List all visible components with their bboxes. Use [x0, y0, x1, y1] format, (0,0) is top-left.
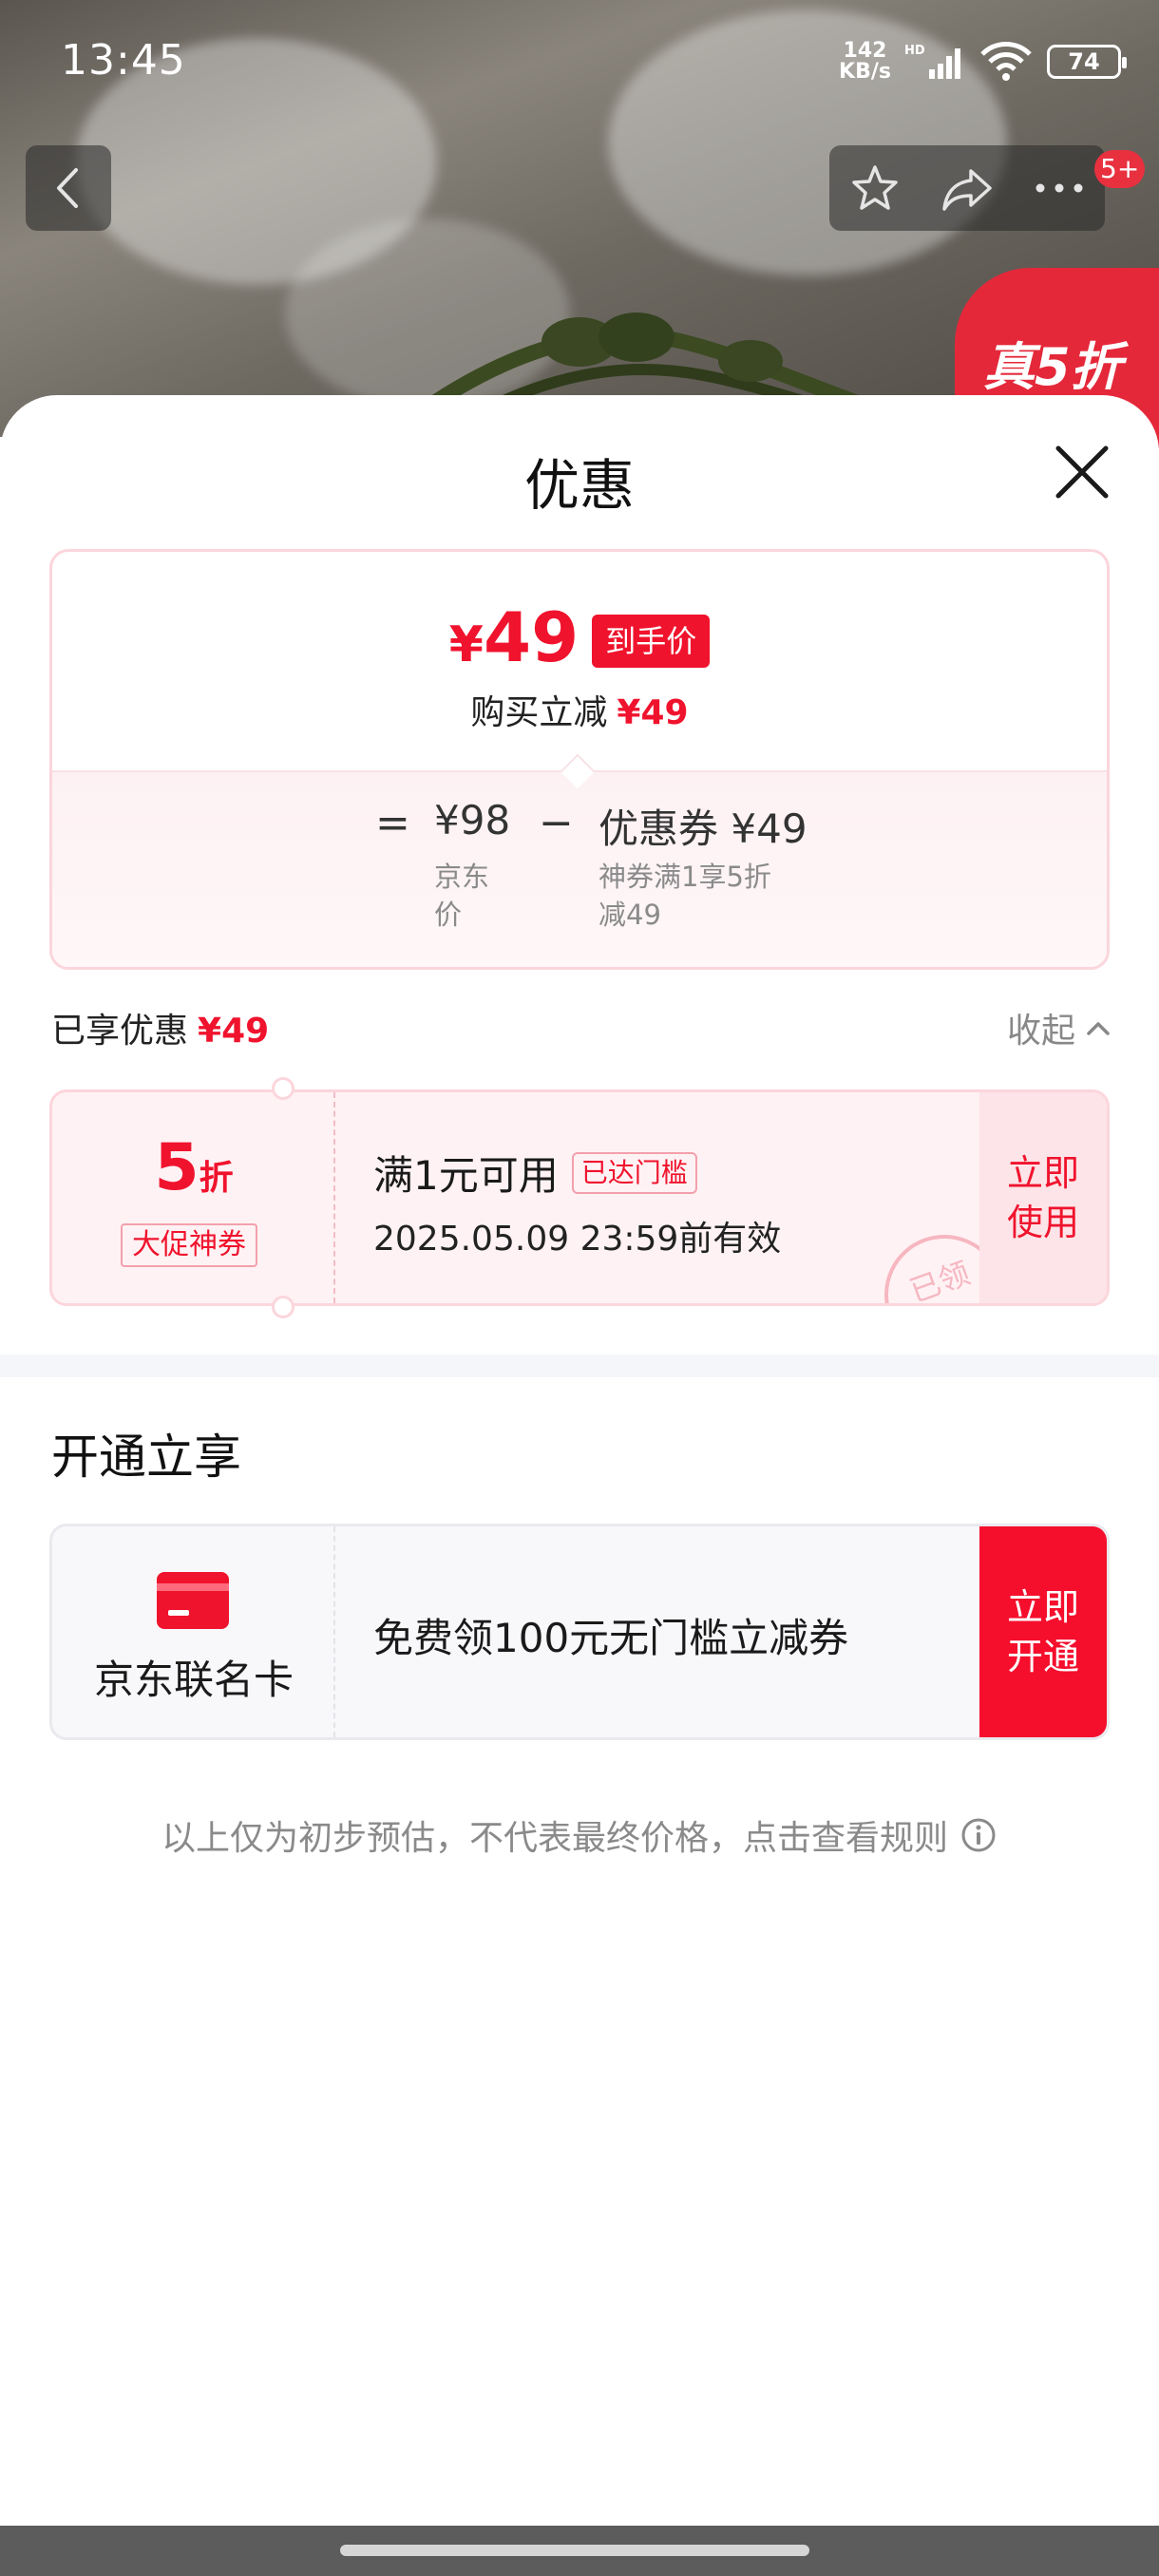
- enjoyed-discount-value: ¥49: [198, 1012, 270, 1051]
- coupon-punch-top: [272, 1077, 294, 1100]
- clock: 13:45: [61, 36, 186, 85]
- final-price-value: 49: [483, 597, 580, 677]
- coupon-discount: 5折: [52, 1130, 335, 1205]
- disclaimer-text: 以上仅为初步预估，不代表最终价格，点击查看规则: [161, 1819, 948, 1858]
- use-now-button[interactable]: 立即 使用: [979, 1092, 1107, 1303]
- base-price: ¥98: [434, 797, 511, 843]
- back-button[interactable]: [26, 145, 111, 231]
- coupon-condition-row: 满1元可用 已达门槛: [373, 1144, 781, 1202]
- top-actions: [829, 145, 1105, 231]
- minus-sign: −: [539, 799, 574, 847]
- cobrand-card-name: 京东联名卡: [93, 1657, 294, 1703]
- activate-now-label: 立即 开通: [1007, 1582, 1079, 1681]
- final-price-row: ¥49 到手价: [52, 599, 1107, 683]
- coupon-deduction-label: 优惠券: [598, 805, 719, 852]
- network-speed-unit: KB/s: [839, 60, 891, 84]
- battery-icon: 74: [1047, 45, 1127, 79]
- instant-reduction-value: ¥49: [617, 693, 689, 732]
- instant-reduction-label: 购买立减: [470, 693, 608, 732]
- section-divider: [0, 1354, 1159, 1377]
- base-price-label-line2: 价: [434, 899, 463, 931]
- share-icon[interactable]: [939, 161, 996, 215]
- coupon-type-tag: 大促神券: [121, 1223, 257, 1267]
- use-now-line1: 立即: [1006, 1152, 1079, 1194]
- coupon-discount-number: 5: [154, 1130, 200, 1205]
- status-badge: 已达门槛: [571, 1151, 697, 1194]
- discount-sheet: 优惠 ¥49 到手价 购买立减¥49 = ¥98 京东 价 − 优惠券 ¥49: [0, 395, 1159, 2526]
- status-bar: 13:45 142 KB/s HD 74: [0, 0, 1159, 123]
- coupon-note-line2: 减49: [598, 899, 661, 931]
- enjoyed-discount-label: 已享优惠: [51, 1012, 189, 1051]
- status-icons: 142 KB/s HD 74: [839, 38, 1127, 85]
- sheet-title: 优惠: [523, 453, 635, 518]
- coupon-card[interactable]: 5折 大促神券 满1元可用 已达门槛 2025.05.09 23:59前有效 已…: [49, 1089, 1110, 1306]
- coupon-note-line1: 神券满1享5折: [598, 861, 771, 893]
- currency-symbol: ¥: [448, 616, 484, 673]
- use-now-line2: 使用: [1006, 1202, 1079, 1243]
- chevron-up-icon: [1087, 1022, 1110, 1035]
- price-breakdown: = ¥98 京东 价 − 优惠券 ¥49 神券满1享5折 减49: [52, 753, 1107, 967]
- coupon-deduction-value: ¥49: [731, 805, 808, 852]
- coupon-deduction: 优惠券 ¥49: [598, 797, 808, 855]
- activate-now-line1: 立即: [1006, 1586, 1079, 1628]
- network-speed-value: 142: [843, 39, 887, 63]
- coupon-expiry: 2025.05.09 23:59前有效: [373, 1220, 782, 1259]
- cobrand-card-offer[interactable]: 京东联名卡 免费领100元无门槛立减券 立即 开通: [49, 1524, 1110, 1740]
- rules-disclaimer[interactable]: 以上仅为初步预估，不代表最终价格，点击查看规则: [0, 1810, 1159, 1860]
- equals-sign: =: [375, 799, 410, 847]
- cobrand-card-offer-text: 免费领100元无门槛立减券: [373, 1615, 849, 1661]
- home-indicator[interactable]: [340, 2545, 809, 2556]
- chevron-left-icon: [57, 168, 78, 208]
- notification-badge: 5+: [1094, 150, 1146, 188]
- coupon-details: 满1元可用 已达门槛 2025.05.09 23:59前有效: [373, 1144, 781, 1260]
- base-price-label-line1: 京东: [434, 861, 490, 893]
- coupon-discount-unit: 折: [199, 1159, 234, 1198]
- coupon-discount-panel: 5折 大促神券: [52, 1092, 335, 1303]
- network-speed: 142 KB/s: [839, 41, 891, 83]
- credit-card-icon: [157, 1572, 229, 1629]
- more-dots-icon[interactable]: [1033, 179, 1086, 198]
- coupon-deduction-note: 神券满1享5折 减49: [598, 858, 771, 934]
- collapse-label: 收起: [1006, 1012, 1075, 1051]
- wifi-icon: [980, 42, 1032, 81]
- final-price-tag: 到手价: [592, 615, 711, 668]
- cobrand-card-panel: 京东联名卡: [52, 1526, 335, 1737]
- instant-reduction: 购买立减 ¥49: [52, 685, 1107, 734]
- close-icon[interactable]: [1051, 441, 1113, 503]
- section-title: 开通立享: [51, 1430, 241, 1485]
- info-icon: [961, 1818, 996, 1852]
- svg-text:HD: HD: [904, 44, 925, 58]
- favorite-star-icon[interactable]: [848, 161, 902, 215]
- base-price-label: 京东 价: [434, 858, 489, 934]
- final-price: ¥49: [449, 599, 579, 683]
- use-now-label: 立即 使用: [1007, 1148, 1079, 1247]
- breakdown-notch: [560, 753, 596, 789]
- price-summary-card: ¥49 到手价 购买立减 ¥49 = ¥98 京东 价 − 优惠券 ¥49 神券满…: [49, 549, 1110, 970]
- collapse-button[interactable]: 收起: [1007, 1003, 1112, 1052]
- coupon-punch-bottom: [272, 1296, 294, 1318]
- signal-icon: HD: [904, 44, 960, 79]
- activate-now-button[interactable]: 立即 开通: [979, 1526, 1107, 1737]
- coupon-condition: 满1元可用: [373, 1152, 559, 1199]
- activate-now-line2: 开通: [1006, 1636, 1079, 1677]
- enjoyed-discount: 已享优惠 ¥49: [51, 1003, 269, 1052]
